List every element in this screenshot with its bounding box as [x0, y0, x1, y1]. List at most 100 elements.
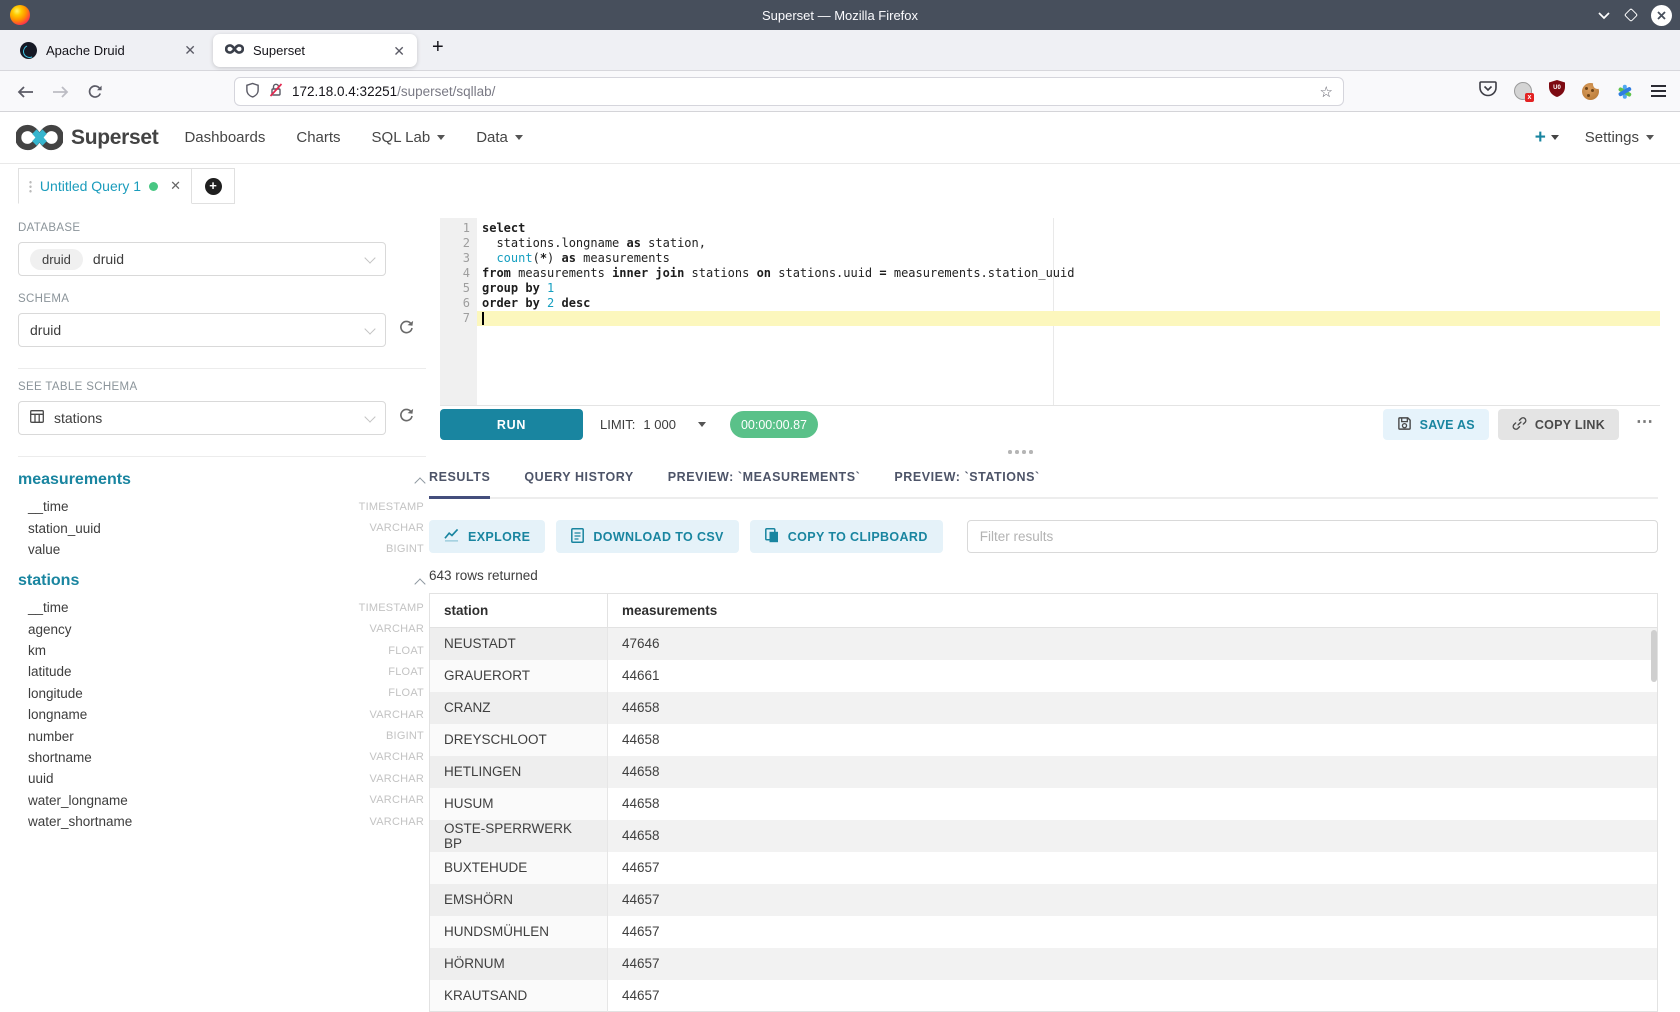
- chevron-down-icon: [515, 135, 523, 140]
- tab-query-history[interactable]: QUERY HISTORY: [524, 470, 633, 497]
- chart-icon: [444, 528, 459, 545]
- schema-section-header[interactable]: stations: [18, 572, 426, 590]
- address-bar[interactable]: 172.18.0.4:32251/superset/sqllab/ ☆: [234, 77, 1344, 106]
- back-icon[interactable]: [14, 81, 36, 103]
- schema-column-row: numberBIGINT: [18, 725, 426, 746]
- cell-station: NEUSTADT: [430, 628, 608, 660]
- svg-text:U0: U0: [1553, 85, 1561, 91]
- column-header-measurements[interactable]: measurements: [608, 594, 1658, 628]
- superset-logo[interactable]: Superset: [16, 124, 158, 151]
- sql-editor[interactable]: 1234567 select stations.longname as stat…: [440, 218, 1660, 406]
- cell-measurements: 44658: [608, 788, 1658, 820]
- divider: [18, 368, 426, 369]
- column-type: VARCHAR: [369, 751, 424, 763]
- table-row: GRAUERORT44661: [430, 660, 1658, 692]
- menu-icon[interactable]: [1651, 85, 1666, 97]
- schema-label: SCHEMA: [18, 293, 426, 305]
- run-button[interactable]: RUN: [440, 409, 583, 440]
- chevron-down-icon: [1551, 135, 1559, 140]
- cell-station: DREYSCHLOOT: [430, 724, 608, 756]
- schema-column-row: __timeTIMESTAMP: [18, 597, 426, 618]
- column-type: VARCHAR: [369, 709, 424, 721]
- settings-menu[interactable]: Settings: [1585, 129, 1654, 146]
- editor-code-area[interactable]: select stations.longname as station, cou…: [477, 218, 1660, 405]
- tab-close-icon[interactable]: ✕: [184, 43, 196, 57]
- query-tab-untitled-query-1[interactable]: Untitled Query 1 ✕: [18, 168, 192, 204]
- column-name: uuid: [28, 771, 54, 786]
- cell-measurements: 44657: [608, 916, 1658, 948]
- add-query-tab-button[interactable]: +: [192, 168, 235, 204]
- ublock-icon[interactable]: U0: [1549, 80, 1565, 102]
- code-line: count(*) as measurements: [477, 251, 1660, 266]
- table-select[interactable]: stations: [18, 401, 386, 435]
- table-row: HETLINGEN44658: [430, 756, 1658, 788]
- results-pane: RESULTS QUERY HISTORY PREVIEW: `MEASUREM…: [429, 470, 1658, 1012]
- column-name: __time: [28, 600, 69, 615]
- pane-resize-handle[interactable]: [1008, 450, 1033, 454]
- reload-icon[interactable]: [84, 81, 106, 103]
- schema-column-row: latitudeFLOAT: [18, 661, 426, 682]
- copy-to-clipboard-button[interactable]: COPY TO CLIPBOARD: [750, 520, 943, 553]
- schema-column-row: water_longnameVARCHAR: [18, 790, 426, 811]
- results-table-wrap: station measurements NEUSTADT47646GRAUER…: [429, 593, 1658, 1012]
- nav-charts[interactable]: Charts: [296, 129, 340, 146]
- cell-station: OSTE-SPERRWERK BP: [430, 820, 608, 852]
- bookmark-star-icon[interactable]: ☆: [1320, 83, 1333, 101]
- code-line: stations.longname as station,: [477, 236, 1660, 251]
- download-csv-button[interactable]: DOWNLOAD TO CSV: [556, 520, 738, 553]
- refresh-schema-icon[interactable]: [398, 319, 415, 341]
- cell-station: HUNDSMÜHLEN: [430, 916, 608, 948]
- column-type: VARCHAR: [369, 522, 424, 534]
- browser-tab-apache-druid[interactable]: Apache Druid ✕: [8, 30, 208, 70]
- collapse-chevron-icon[interactable]: [414, 578, 425, 589]
- schema-table-name[interactable]: stations: [18, 572, 79, 590]
- window-maximize-icon[interactable]: [1626, 10, 1636, 20]
- explore-button[interactable]: EXPLORE: [429, 520, 545, 553]
- new-item-button[interactable]: +: [1535, 127, 1559, 149]
- drag-handle-icon[interactable]: [29, 180, 32, 193]
- column-header-station[interactable]: station: [430, 594, 608, 628]
- plus-circle-icon: +: [205, 178, 222, 195]
- insecure-lock-icon[interactable]: [268, 82, 284, 101]
- more-actions-icon[interactable]: ⋯: [1628, 412, 1660, 438]
- filter-results-input[interactable]: [967, 520, 1658, 553]
- limit-dropdown[interactable]: LIMIT: 1 000: [600, 409, 706, 440]
- results-table: station measurements NEUSTADT47646GRAUER…: [429, 593, 1658, 1012]
- extension-badger-icon[interactable]: [1514, 82, 1532, 100]
- cookie-extension-icon[interactable]: [1582, 83, 1599, 100]
- save-as-button[interactable]: SAVE AS: [1383, 409, 1489, 440]
- schema-select[interactable]: druid: [18, 313, 386, 347]
- colorful-extension-icon[interactable]: [1616, 82, 1634, 100]
- table-scrollbar[interactable]: [1651, 630, 1657, 682]
- window-close-icon[interactable]: [1651, 5, 1672, 26]
- code-line: group by 1: [477, 281, 1660, 296]
- tab-preview-measurements[interactable]: PREVIEW: `MEASUREMENTS`: [668, 470, 861, 497]
- line-number: 2: [440, 236, 470, 251]
- window-minimize-icon[interactable]: [1597, 10, 1611, 21]
- column-name: km: [28, 643, 46, 658]
- table-row: CRANZ44658: [430, 692, 1658, 724]
- link-icon: [1512, 416, 1527, 434]
- copy-link-button[interactable]: COPY LINK: [1498, 409, 1619, 440]
- refresh-table-icon[interactable]: [398, 407, 415, 429]
- schema-column-row: station_uuidVARCHAR: [18, 517, 426, 538]
- shield-icon[interactable]: [245, 82, 260, 101]
- schema-section-header[interactable]: measurements: [18, 471, 426, 489]
- line-number: 6: [440, 296, 470, 311]
- schema-column-row: shortnameVARCHAR: [18, 747, 426, 768]
- pocket-icon[interactable]: [1479, 80, 1497, 102]
- nav-dashboards[interactable]: Dashboards: [184, 129, 265, 146]
- browser-tab-superset[interactable]: Superset ✕: [213, 34, 417, 67]
- schema-table-name[interactable]: measurements: [18, 471, 131, 489]
- forward-icon[interactable]: [49, 81, 71, 103]
- nav-sql-lab[interactable]: SQL Lab: [372, 129, 446, 146]
- collapse-chevron-icon[interactable]: [414, 477, 425, 488]
- database-select[interactable]: druid druid: [18, 242, 386, 276]
- tab-results[interactable]: RESULTS: [429, 470, 490, 497]
- chevron-down-icon: [437, 135, 445, 140]
- close-query-tab-icon[interactable]: ✕: [170, 178, 181, 194]
- tab-close-icon[interactable]: ✕: [393, 44, 405, 58]
- new-tab-button[interactable]: +: [432, 36, 444, 59]
- tab-preview-stations[interactable]: PREVIEW: `STATIONS`: [894, 470, 1039, 497]
- nav-data[interactable]: Data: [476, 129, 523, 146]
